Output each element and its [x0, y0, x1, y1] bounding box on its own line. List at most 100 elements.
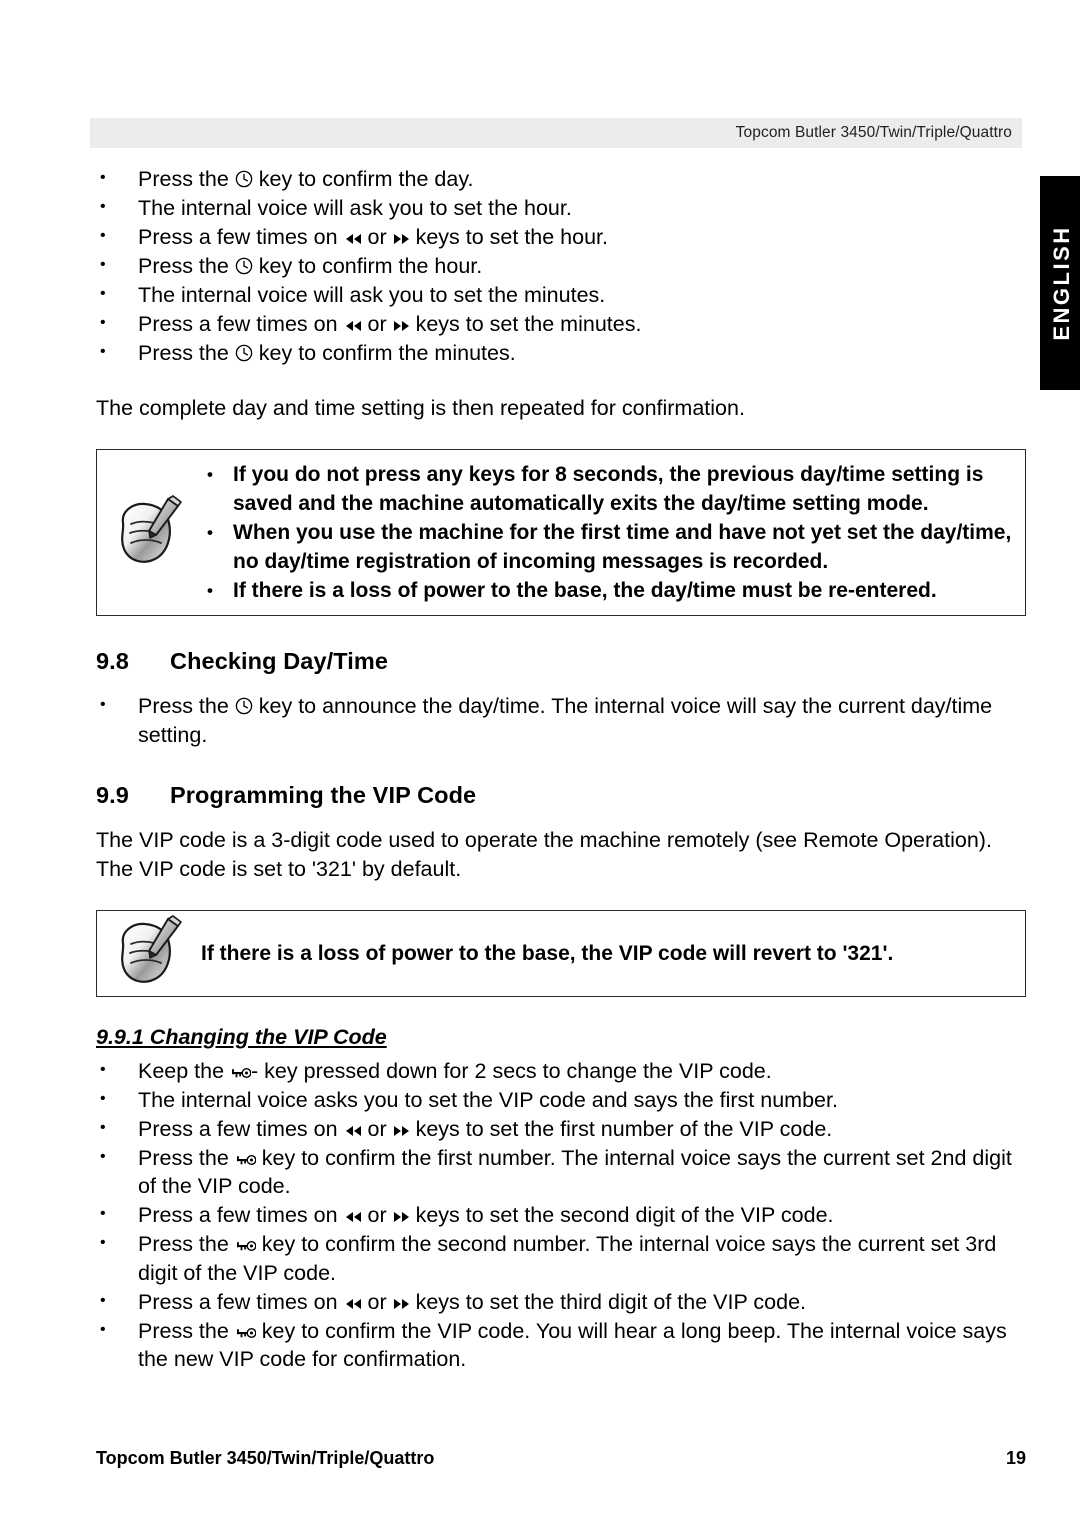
note-text: If there is a loss of power to the base,…: [201, 941, 894, 965]
list-item: If you do not press any keys for 8 secon…: [201, 460, 1013, 518]
step-text-pre: Press the: [138, 1145, 235, 1170]
list-item: The internal voice will ask you to set t…: [96, 280, 1026, 310]
step-text-pre: Press a few times on: [138, 1289, 344, 1314]
footer-product-name: Topcom Butler 3450/Twin/Triple/Quattro: [96, 1448, 435, 1468]
conjunction-or: or: [361, 1289, 393, 1314]
list-item: The internal voice asks you to set the V…: [96, 1085, 1026, 1115]
language-tab-label: ENGLISH: [1049, 225, 1074, 341]
key-icon: [235, 1326, 256, 1340]
note-box-body: If there is a loss of power to the base,…: [201, 911, 1025, 996]
step-text-pre: Press the: [138, 254, 235, 278]
key-icon: [235, 1153, 256, 1167]
footer-page-number: 19: [1005, 1448, 1026, 1468]
list-item: Press the key to confirm the minutes.: [96, 338, 1026, 368]
clock-icon: [235, 697, 253, 715]
list-item: The internal voice will ask you to set t…: [96, 193, 1026, 223]
list-item: Press a few times on or keys to set the …: [96, 1287, 1026, 1317]
note-bullets-list: If you do not press any keys for 8 secon…: [201, 460, 1013, 605]
step-text-post: - key pressed down for 2 secs to change …: [251, 1058, 772, 1083]
section-title: Checking Day/Time: [170, 648, 389, 674]
step-text-pre: Press a few times on: [138, 1116, 344, 1141]
document-page: Topcom Butler 3450/Twin/Triple/Quattro E…: [0, 0, 1080, 1528]
confirmation-paragraph: The complete day and time setting is the…: [96, 396, 745, 420]
step-text-post: key to confirm the day.: [252, 167, 474, 191]
list-item: Press a few times on or keys to set the …: [96, 1114, 1026, 1144]
step-text-pre: Press a few times on: [138, 312, 344, 336]
section-title: Programming the VIP Code: [170, 781, 477, 808]
section-heading-9-8: 9.8 Checking Day/Time: [96, 646, 1026, 676]
list-item: Press a few times on or keys to set the …: [96, 222, 1026, 252]
note-box-vip-code: If there is a loss of power to the base,…: [96, 909, 1026, 997]
conjunction-or: or: [361, 1203, 393, 1227]
step-text-post: keys to set the second digit of the VIP …: [409, 1203, 834, 1227]
list-item: Keep the - key pressed down for 2 secs t…: [96, 1056, 1026, 1086]
step-text: The internal voice asks you to set the V…: [138, 1087, 838, 1112]
list-item: Press the key to confirm the hour.: [96, 251, 1026, 281]
step-text-pre: Press the: [138, 694, 235, 718]
step-text-post: keys to set the third digit of the VIP c…: [409, 1289, 806, 1314]
subsection-heading-wrap: 9.9.1 Changing the VIP Code: [96, 1023, 1026, 1051]
clock-icon: [235, 170, 253, 188]
list-item: Press the key to confirm the day.: [96, 164, 1026, 194]
rewind-icon: [344, 1210, 362, 1224]
section-number: 9.8: [96, 648, 129, 674]
note-box-body: If you do not press any keys for 8 secon…: [201, 450, 1025, 615]
vip-code-paragraph: The VIP code is a 3-digit code used to o…: [96, 827, 992, 881]
page-footer: Topcom Butler 3450/Twin/Triple/Quattro 1…: [96, 1448, 1026, 1469]
step-text-pre: Press the: [138, 1318, 235, 1343]
list-item: Press the key to announce the day/time. …: [96, 691, 1026, 749]
step-text-post: key to confirm the minutes.: [252, 341, 516, 365]
list-item: Press the key to confirm the second numb…: [96, 1229, 1026, 1287]
step-text-post: key to announce the day/time. The intern…: [138, 694, 993, 747]
day-time-steps-list: Press the key to confirm the day. The in…: [96, 164, 1026, 368]
key-icon: [235, 1239, 256, 1253]
step-text-pre: Press the: [138, 341, 235, 365]
conjunction-or: or: [361, 312, 393, 336]
step-text-post: keys to set the minutes.: [409, 312, 642, 336]
section-number: 9.9: [96, 781, 129, 808]
conjunction-or: or: [361, 225, 393, 249]
step-text-post: key to confirm the VIP code. You will he…: [138, 1318, 1007, 1372]
rewind-icon: [344, 1124, 362, 1138]
list-item: When you use the machine for the first t…: [201, 518, 1013, 576]
step-text-post: keys to set the hour.: [409, 225, 609, 249]
header-title: Topcom Butler 3450/Twin/Triple/Quattro: [735, 124, 1012, 141]
rewind-icon: [344, 1297, 362, 1311]
list-item: Press a few times on or keys to set the …: [96, 309, 1026, 339]
step-text-pre: Press a few times on: [138, 1203, 344, 1227]
conjunction-or: or: [361, 1116, 393, 1141]
step-text-pre: Press the: [138, 167, 235, 191]
step-text-post: keys to set the first number of the VIP …: [409, 1116, 833, 1141]
fast-forward-icon: [393, 1124, 410, 1138]
rewind-icon: [344, 319, 362, 333]
clock-icon: [235, 344, 253, 362]
list-item: If there is a loss of power to the base,…: [201, 576, 1013, 605]
step-text-pre: Press the: [138, 1232, 235, 1256]
language-tab-english: ENGLISH: [1040, 176, 1080, 390]
list-item: Press the key to confirm the VIP code. Y…: [96, 1316, 1026, 1374]
list-item: Press the key to confirm the first numbe…: [96, 1143, 1026, 1201]
checking-day-time-list: Press the key to announce the day/time. …: [96, 691, 1026, 749]
fast-forward-icon: [393, 319, 410, 333]
list-item: Press a few times on or keys to set the …: [96, 1200, 1026, 1230]
step-text: The internal voice will ask you to set t…: [138, 283, 606, 307]
rewind-icon: [344, 232, 362, 246]
note-box-day-time: If you do not press any keys for 8 secon…: [96, 449, 1026, 616]
note-writing-hand-icon: [111, 493, 185, 573]
changing-vip-code-list: Keep the - key pressed down for 2 secs t…: [96, 1056, 1026, 1374]
key-icon: [230, 1066, 252, 1080]
step-text-pre: Keep the: [138, 1058, 231, 1083]
fast-forward-icon: [393, 1210, 410, 1224]
clock-icon: [235, 257, 253, 275]
step-text: The internal voice will ask you to set t…: [138, 196, 572, 220]
subsection-heading-9-9-1: 9.9.1 Changing the VIP Code: [96, 1024, 387, 1049]
fast-forward-icon: [393, 1297, 410, 1311]
step-text-pre: Press a few times on: [138, 225, 344, 249]
step-text-post: key to confirm the first number. The int…: [138, 1145, 1012, 1199]
step-text-post: key to confirm the second number. The in…: [138, 1232, 997, 1285]
page-content: Press the key to confirm the day. The in…: [96, 164, 1026, 1374]
section-heading-9-9: 9.9 Programming the VIP Code: [96, 780, 1026, 810]
note-writing-hand-icon: [111, 913, 185, 993]
step-text-post: key to confirm the hour.: [252, 254, 483, 278]
page-header-bar: Topcom Butler 3450/Twin/Triple/Quattro: [90, 118, 1022, 148]
